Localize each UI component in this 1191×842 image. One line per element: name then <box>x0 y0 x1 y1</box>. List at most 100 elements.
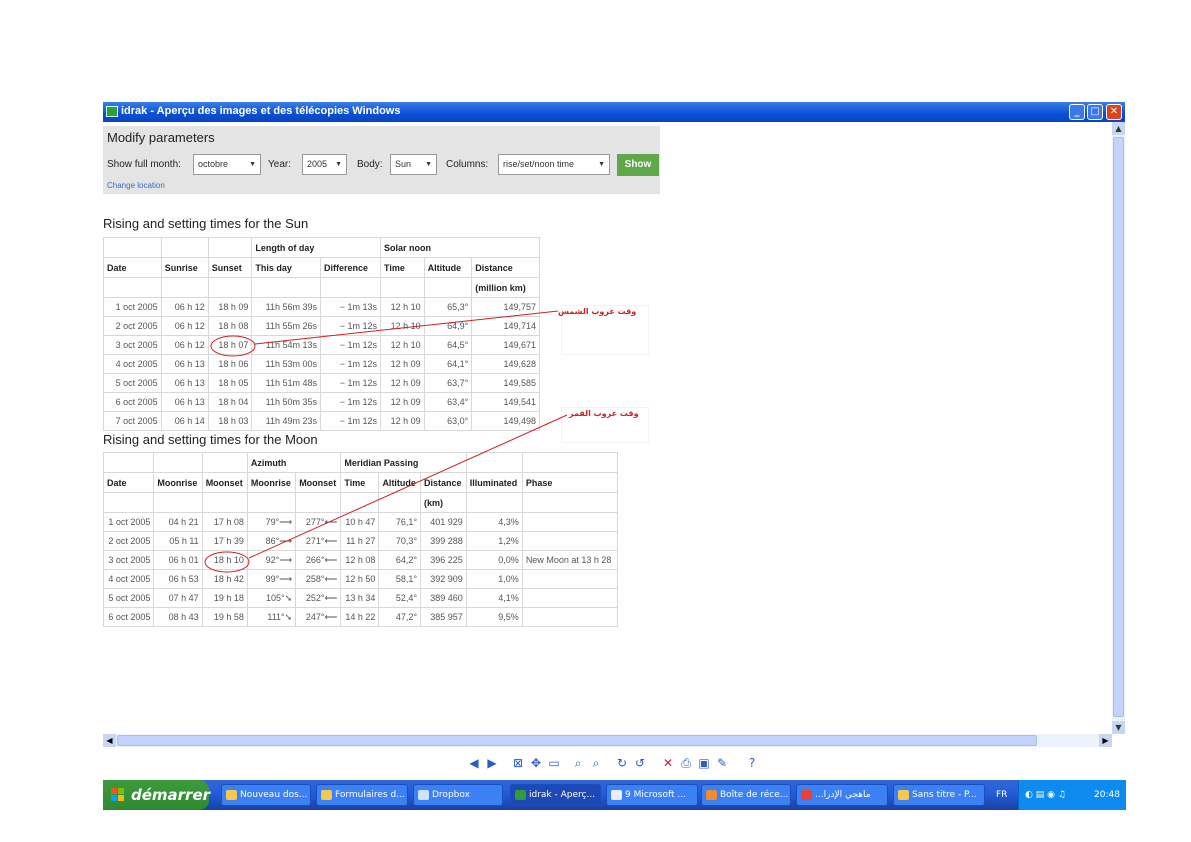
table-cell: 06 h 53 <box>153 569 203 589</box>
table-cell: 08 h 43 <box>153 607 203 627</box>
system-tray: ◐ ▤ ◉ ♫ 20:48 <box>1018 780 1126 810</box>
vertical-scroll-thumb[interactable] <box>1113 137 1124 717</box>
taskbar-item-mail[interactable]: Boîte de réce... <box>701 784 791 806</box>
table-cell: 06 h 12 <box>160 297 209 317</box>
table-header-blank <box>103 452 155 473</box>
table-row: 4 oct 2005 06 h 13 18 h 06 11h 53m 00s − 1m … <box>103 354 540 374</box>
distance-unit: (km) <box>420 492 467 513</box>
next-image-icon[interactable]: ▶ <box>485 756 499 770</box>
taskbar-item-folder-formulaires[interactable]: Formulaires d... <box>316 784 408 806</box>
taskbar-item-label: Boîte de réce... <box>720 790 789 800</box>
scroll-left-arrow-icon[interactable]: ◀ <box>103 734 116 747</box>
table-cell: 258°⟵ <box>295 569 342 589</box>
table-header-blank <box>521 492 619 513</box>
table-cell: 1 oct 2005 <box>103 512 155 532</box>
image-viewport: Modify parameters Show full month: octob… <box>103 122 1112 734</box>
zoom-out-icon[interactable]: ⌕ <box>589 756 603 770</box>
rotate-clockwise-icon[interactable]: ↻ <box>615 756 629 770</box>
taskbar-item-microsoft[interactable]: 9 Microsoft ... <box>606 784 698 806</box>
table-cell: 64,2° <box>378 550 422 570</box>
table-cell: 06 h 12 <box>160 335 209 355</box>
year-label: Year: <box>268 159 291 170</box>
actual-size-icon[interactable]: ✥ <box>529 756 543 770</box>
moon-moonset-note: وقت غروب القمر <box>569 409 639 418</box>
edit-icon[interactable]: ✎ <box>715 756 729 770</box>
table-header-blank <box>295 492 342 513</box>
table-cell: 10 h 47 <box>340 512 380 532</box>
maximize-button[interactable]: □ <box>1087 104 1103 120</box>
scroll-right-arrow-icon[interactable]: ▶ <box>1099 734 1112 747</box>
table-cell: 389 460 <box>420 588 467 608</box>
delete-icon[interactable]: ✕ <box>661 756 675 770</box>
vertical-scrollbar[interactable]: ▲ ▼ <box>1112 122 1125 734</box>
table-cell: 5 oct 2005 <box>103 373 162 393</box>
title-bar[interactable]: idrak - Aperçu des images et des télécop… <box>103 102 1125 122</box>
table-cell: 9,5% <box>465 607 523 627</box>
horizontal-scroll-thumb[interactable] <box>117 735 1037 746</box>
body-select[interactable]: Sun ▼ <box>390 154 437 175</box>
table-cell: 07 h 47 <box>153 588 203 608</box>
print-icon[interactable]: ⎙ <box>679 756 693 770</box>
year-select[interactable]: 2005 ▼ <box>302 154 347 175</box>
sun-table-body: 1 oct 2005 06 h 12 18 h 09 11h 56m 39s − 1m … <box>103 297 540 431</box>
table-cell: 12 h 10 <box>380 297 425 317</box>
taskbar-item-folder-nouveau[interactable]: Nouveau dos... <box>221 784 311 806</box>
previous-image-icon[interactable]: ◀ <box>467 756 481 770</box>
start-button[interactable]: démarrer <box>103 780 210 810</box>
table-cell <box>521 512 619 532</box>
show-button[interactable]: Show <box>617 154 659 176</box>
help-icon[interactable]: ? <box>745 756 759 770</box>
table-cell: 18 h 10 <box>201 550 248 570</box>
table-cell: 63,7° <box>423 373 473 393</box>
change-location-link[interactable]: Change location <box>107 181 165 190</box>
table-cell: 19 h 58 <box>201 607 248 627</box>
taskbar-item-label: Formulaires d... <box>335 790 405 800</box>
table-cell: 12 h 50 <box>340 569 380 589</box>
rotate-counterclockwise-icon[interactable]: ↺ <box>633 756 647 770</box>
table-header-blank <box>380 277 425 298</box>
horizontal-scrollbar[interactable]: ◀ ▶ <box>103 734 1112 747</box>
table-header-blank <box>320 277 382 298</box>
table-cell: 63,0° <box>423 411 473 431</box>
scroll-down-arrow-icon[interactable]: ▼ <box>1112 721 1125 734</box>
table-cell <box>521 588 619 608</box>
table-header-blank <box>246 492 297 513</box>
table-cell: New Moon at 13 h 28 <box>521 550 619 570</box>
table-cell: − 1m 12s <box>320 316 382 336</box>
save-icon[interactable]: ▣ <box>697 756 711 770</box>
columns-select[interactable]: rise/set/noon time ▼ <box>498 154 610 175</box>
zoom-in-icon[interactable]: ⌕ <box>571 756 585 770</box>
month-select[interactable]: octobre ▼ <box>193 154 261 175</box>
table-cell: 2 oct 2005 <box>103 531 155 551</box>
table-cell: − 1m 12s <box>320 335 382 355</box>
table-cell: 18 h 42 <box>201 569 248 589</box>
table-cell: 47,2° <box>378 607 422 627</box>
table-cell: 58,1° <box>378 569 422 589</box>
body-value: Sun <box>395 159 412 169</box>
table-cell: 6 oct 2005 <box>103 392 162 412</box>
table-cell: 7 oct 2005 <box>103 411 162 431</box>
table-cell: 399 288 <box>420 531 467 551</box>
scroll-up-arrow-icon[interactable]: ▲ <box>1112 122 1125 135</box>
table-cell: − 1m 13s <box>320 297 382 317</box>
tray-icons[interactable]: ◐ ▤ ◉ ♫ <box>1025 780 1066 810</box>
slideshow-icon[interactable]: ▭ <box>547 756 561 770</box>
taskbar-item-chrome[interactable]: ...ماهجي الإدرا <box>796 784 888 806</box>
col-this-day: This day <box>251 257 322 278</box>
table-cell: 252°⟵ <box>295 588 342 608</box>
table-cell: 401 929 <box>420 512 467 532</box>
table-cell: 70,3° <box>378 531 422 551</box>
best-fit-icon[interactable]: ⊠ <box>511 756 525 770</box>
col-distance: Distance <box>471 257 540 278</box>
table-cell: 52,4° <box>378 588 422 608</box>
language-indicator[interactable]: FR <box>996 780 1007 810</box>
azimuth-header: Azimuth <box>246 452 342 473</box>
close-button[interactable]: ✕ <box>1106 104 1122 120</box>
taskbar-item-dropbox[interactable]: Dropbox <box>413 784 503 806</box>
table-cell: 12 h 09 <box>380 411 425 431</box>
table-cell: 06 h 13 <box>160 392 209 412</box>
taskbar-item-paint[interactable]: Sans titre - P... <box>893 784 985 806</box>
minimize-button[interactable]: _ <box>1069 104 1085 120</box>
taskbar-item-idrak[interactable]: idrak - Aperç... <box>510 784 601 806</box>
table-cell: 385 957 <box>420 607 467 627</box>
